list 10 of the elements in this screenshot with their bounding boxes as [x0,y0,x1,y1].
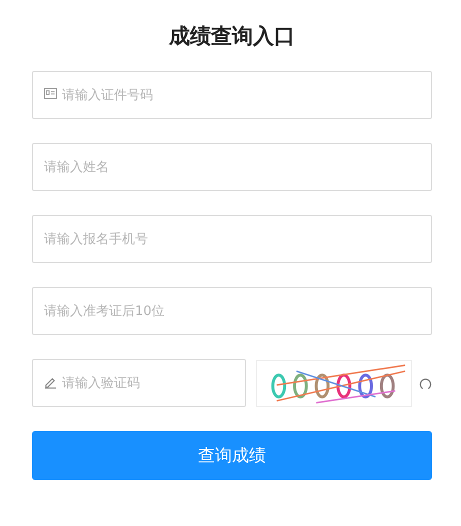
page-title: 成绩查询入口 [169,23,295,50]
input-field[interactable]: 请输入准考证后10位 [32,287,432,335]
input-field[interactable]: 请输入验证码 [32,359,246,407]
id-card-icon [44,88,57,99]
input-field[interactable]: 请输入报名手机号 [32,215,432,263]
refresh-icon[interactable] [419,376,432,390]
input-field[interactable]: 请输入证件号码 [32,71,432,119]
pencil-icon [44,376,57,389]
submit-button[interactable]: 查询成绩 [32,431,432,480]
input-field[interactable]: 请输入姓名 [32,143,432,191]
